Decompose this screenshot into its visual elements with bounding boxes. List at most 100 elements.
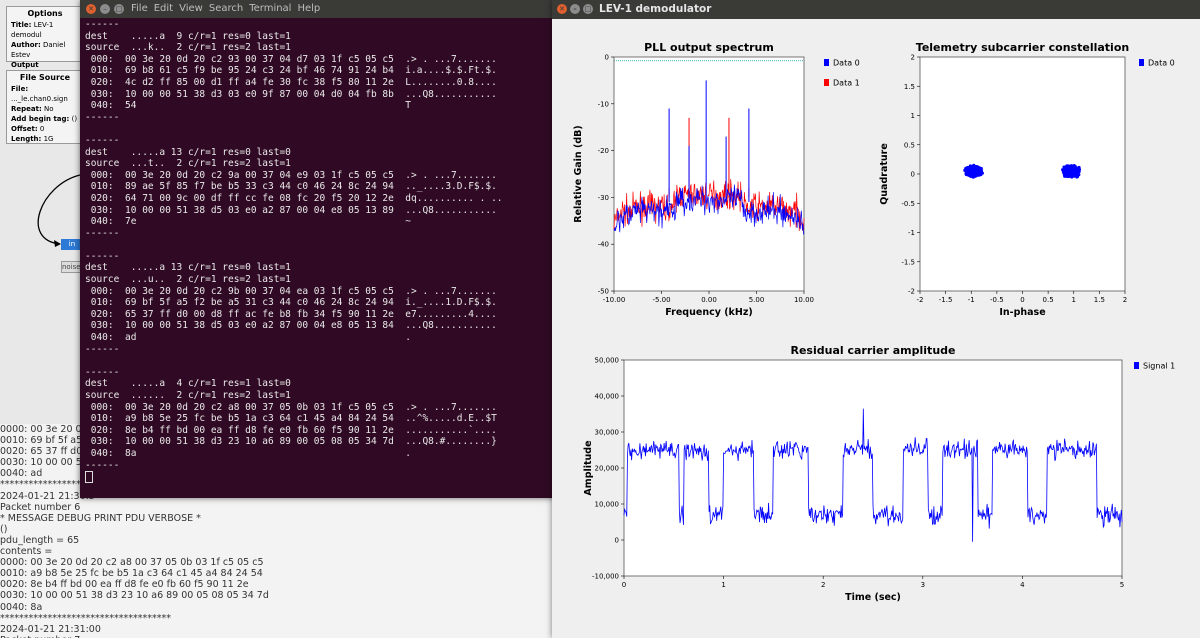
console-line: 0020: 8e b4 ff bd 00 ea ff d8 fe e0 fb 6… (0, 579, 249, 591)
y-axis-label: Quadrature (879, 143, 890, 205)
demodulator-window[interactable]: ✕ – □ LEV-1 demodulator PLL output spect… (552, 0, 1200, 638)
legend-label: Data 0 (833, 59, 860, 68)
terminal-line: ------ (85, 227, 120, 239)
constellation-point (968, 169, 972, 173)
console-line: Packet number 6 (0, 501, 81, 513)
constellation-point (976, 170, 981, 174)
terminal-line: ------ (85, 459, 120, 471)
y-tick-label: 20,000 (595, 465, 620, 473)
console-line: contents = (0, 546, 53, 558)
x-tick-label: 1.5 (1094, 296, 1105, 304)
y-tick-label: 2 (911, 54, 915, 62)
console-line: * MESSAGE DEBUG PRINT PDU VERBOSE * (0, 512, 201, 524)
terminal-window[interactable]: ✕ – □ File Edit View Search Terminal Help ---… (80, 0, 556, 498)
menu-item-file[interactable]: File (131, 3, 148, 14)
x-axis-label: Time (sec) (845, 592, 901, 603)
y-tick-label: 1.5 (904, 83, 915, 91)
x-tick-label: -2 (917, 296, 924, 304)
x-tick-label: -5.00 (652, 296, 670, 304)
menu-item-edit[interactable]: Edit (154, 3, 173, 14)
terminal-line: ------ (85, 134, 120, 146)
constellation-point (968, 164, 972, 168)
y-tick-label: -20 (598, 147, 609, 155)
y-tick-label: 1 (911, 112, 915, 120)
legend-swatch (824, 79, 829, 86)
terminal-line: 010: a9 b8 5e 25 fc be b5 1a c3 64 c1 45… (85, 413, 497, 425)
terminal-line: ------ (85, 250, 120, 262)
plots-canvas: PLL output spectrum Frequency (kHz) Relati… (573, 41, 1175, 603)
terminal-line: 020: 8e b4 ff bd 00 ea ff d8 fe e0 fb 60… (85, 424, 497, 436)
constellation-point (972, 167, 976, 171)
plot-title: PLL output spectrum (644, 41, 774, 54)
console-line: ************************************ (0, 612, 171, 624)
terminal-line: 010: 69 b8 61 c5 f9 be 95 24 c3 24 bf 46… (85, 65, 497, 77)
close-icon[interactable]: ✕ (86, 4, 96, 14)
y-tick-label: -2 (908, 288, 915, 296)
terminal-line: ------ (85, 366, 120, 378)
connection-arrow (37, 174, 81, 247)
terminal-line: 010: 69 bf 5f a5 f2 be a5 31 c3 44 c0 46… (85, 297, 497, 309)
y-tick-label: 0 (605, 54, 609, 62)
terminal-line: 040: 8a . (85, 447, 412, 459)
terminal-line: ------ (85, 343, 120, 355)
y-tick-label: -1 (908, 229, 915, 237)
menu-item-terminal[interactable]: Terminal (249, 3, 291, 14)
terminal-output[interactable]: ------ dest .....a 9 c/r=1 res=0 last=1 so… (85, 19, 503, 484)
terminal-line: dest .....a 13 c/r=1 res=0 last=1 (85, 262, 291, 274)
legend-swatch (1139, 59, 1144, 66)
x-tick-label: 0 (1020, 296, 1024, 304)
x-tick-label: 2 (821, 581, 825, 589)
y-tick-label: -1.5 (901, 258, 915, 266)
terminal-line: 040: 7e ~ (85, 216, 412, 228)
terminal-line: 040: ad . (85, 332, 412, 344)
console-line: 2024-01-21 21:31:00 (0, 623, 101, 635)
terminal-line: dest .....a 9 c/r=1 res=0 last=1 (85, 30, 291, 42)
residual-carrier-plot: Residual carrier amplitude Time (sec) Ampl… (583, 344, 1175, 603)
terminal-line: 000: 00 3e 20 0d 20 c2 9b 00 37 04 ea 03… (85, 285, 497, 297)
terminal-line: 020: 4c d2 ff 85 00 d1 ff a4 fe 30 fc 38… (85, 76, 497, 88)
y-tick-label: -30 (598, 194, 609, 202)
menu-item-view[interactable]: View (179, 3, 203, 14)
constellation-point (1070, 167, 1074, 172)
constellation-plot: Telemetry subcarrier constellation In-pha… (879, 41, 1175, 318)
menu-item-search[interactable]: Search (209, 3, 243, 14)
y-tick-label: 30,000 (595, 429, 620, 437)
menu-item-help[interactable]: Help (297, 3, 320, 14)
y-tick-label: 10,000 (595, 501, 620, 509)
y-axis-label: Amplitude (583, 440, 594, 495)
constellation-point (1072, 172, 1077, 176)
legend-swatch (824, 59, 829, 66)
x-tick-label: 2 (1123, 296, 1127, 304)
terminal-line: source ...t.. 2 c/r=1 res=2 last=1 (85, 158, 291, 170)
constellation-point (1064, 171, 1069, 176)
terminal-line: 030: 10 00 00 51 38 d3 03 e0 9f 87 00 04… (85, 88, 497, 100)
x-axis-label: Frequency (kHz) (665, 307, 752, 318)
minimize-icon[interactable]: – (100, 4, 110, 14)
x-tick-label: 0.5 (1043, 296, 1054, 304)
y-tick-label: 0 (911, 171, 915, 179)
plot-title: Residual carrier amplitude (791, 344, 956, 357)
terminal-titlebar: ✕ – □ File Edit View Search Terminal Help (80, 0, 556, 18)
terminal-line: 020: 65 37 ff d0 00 d8 ff ac fe b8 fb 34… (85, 308, 497, 320)
x-tick-label: -1 (968, 296, 975, 304)
legend-label: Data 0 (1148, 59, 1175, 68)
legend-label: Signal 1 (1143, 362, 1175, 371)
plot-area (613, 56, 805, 292)
terminal-line: 030: 10 00 00 51 38 d5 03 e0 a2 87 00 04… (85, 204, 497, 216)
constellation-point (973, 170, 977, 174)
x-axis-label: In-phase (999, 307, 1045, 318)
constellation-point (964, 169, 969, 173)
y-tick-label: 0 (615, 537, 619, 545)
terminal-cursor (85, 471, 93, 484)
y-tick-label: -40 (598, 241, 609, 249)
x-tick-label: -0.5 (990, 296, 1004, 304)
x-tick-label: 0.00 (701, 296, 717, 304)
terminal-line: ------ (85, 19, 120, 30)
y-tick-label: -0.5 (901, 200, 915, 208)
plot-area (919, 56, 1126, 292)
x-tick-label: 5 (1120, 581, 1124, 589)
maximize-icon[interactable]: □ (114, 4, 124, 14)
terminal-line: 010: 89 ae 5f 85 f7 be b5 33 c3 44 c0 46… (85, 181, 497, 193)
